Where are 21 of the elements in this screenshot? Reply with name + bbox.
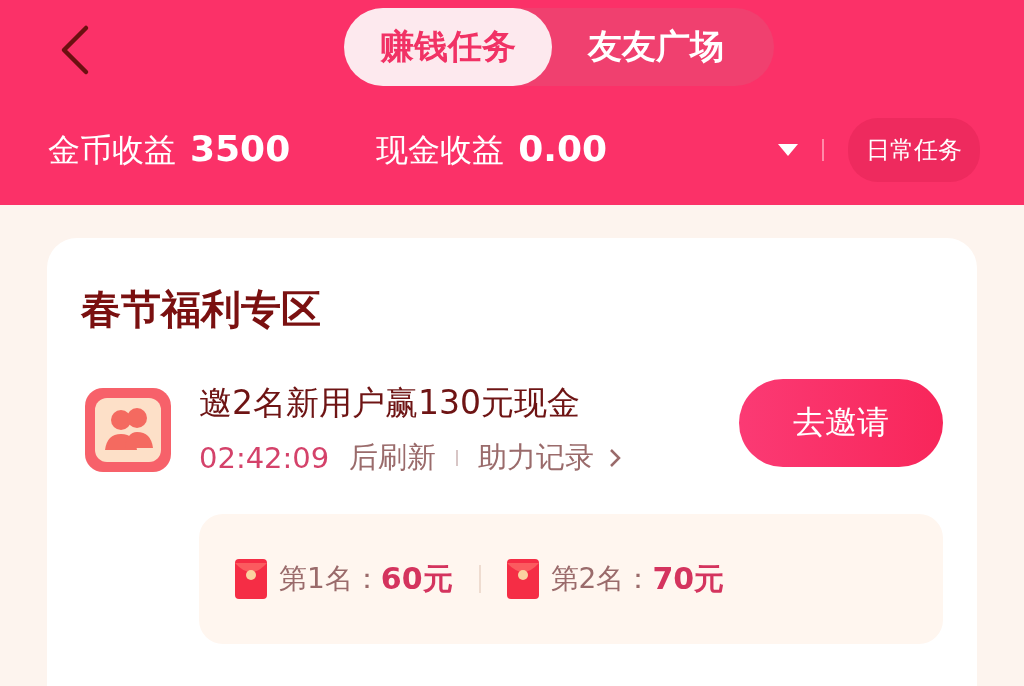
invite-button[interactable]: 去邀请 [739,379,943,467]
tab[interactable]: 赚钱任务 [344,8,552,86]
countdown: 02:42:09 [199,441,330,475]
reward-amount: 70元 [652,559,725,598]
stat-label: 金币收益 [48,129,176,171]
section-title: 春节福利专区 [81,285,322,334]
reward-rank: 第1名： [279,561,381,597]
tab[interactable]: 友友广场 [552,8,760,86]
record-link[interactable]: 助力记录 [478,438,595,478]
envelope-icon [506,559,539,599]
refresh-label: 后刷新 [349,439,437,476]
stat-value: 3500 [190,127,291,169]
task-title: 邀2名新用户赢130元现金 [199,382,581,424]
daily-tasks-button[interactable]: 日常任务 [848,118,980,182]
dropdown-icon[interactable] [778,144,798,156]
envelope-icon [235,559,267,599]
reward-amount: 60元 [380,559,453,598]
stat-value: 0.00 [518,127,608,169]
reward-rank: 第2名： [550,561,653,597]
stat-label: 现金收益 [376,129,505,171]
chevron-icon[interactable] [608,447,623,469]
